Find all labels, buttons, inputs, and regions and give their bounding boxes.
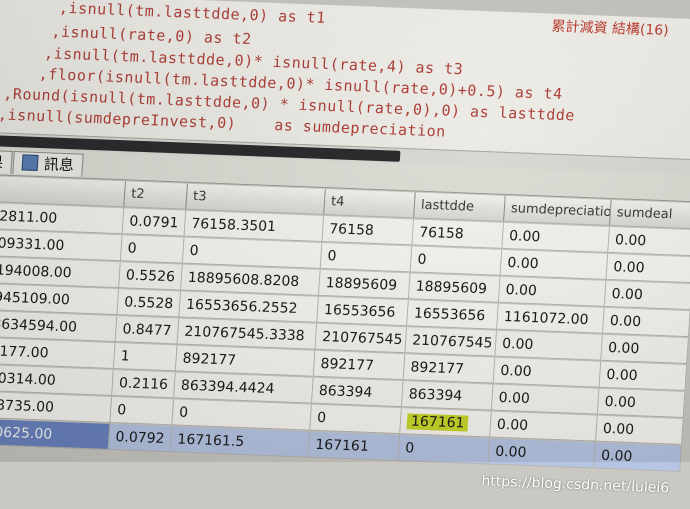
tab-messages-label: 訊息 (43, 155, 75, 175)
table-cell[interactable]: 2198735.00 (0, 391, 113, 423)
table-cell[interactable]: 167161 (308, 431, 401, 462)
table-cell[interactable]: 0 (120, 235, 185, 264)
table-cell[interactable]: 210767545 (405, 327, 498, 357)
table-cell[interactable]: 1161072.00 (497, 303, 605, 334)
table-cell[interactable]: 2110625.00 (0, 418, 111, 450)
table-cell[interactable]: 892177.00 (0, 337, 116, 370)
table-cell[interactable]: 892177 (403, 354, 496, 384)
table-cell[interactable]: 0 (172, 399, 312, 431)
table-cell[interactable]: 0.00 (488, 438, 596, 469)
table-cell[interactable]: 76158 (322, 215, 415, 246)
table-cell[interactable]: 863394 (401, 381, 494, 411)
message-icon (21, 154, 39, 171)
table-cell[interactable]: 34194008.00 (0, 256, 121, 289)
table-cell[interactable]: 0.00 (596, 415, 684, 445)
table-cell[interactable]: 0.00 (603, 307, 690, 338)
table-cell[interactable]: 248634594.00 (0, 310, 118, 343)
table-cell[interactable]: 1 (113, 343, 178, 372)
table-cell[interactable]: 892177 (313, 350, 406, 381)
table-cell[interactable]: 0.00 (495, 330, 603, 361)
table-cell[interactable]: 0.00 (597, 388, 686, 418)
table-cell[interactable]: 0.00 (502, 222, 610, 253)
table-cell[interactable]: 76158.3501 (184, 210, 325, 242)
column-header-t3[interactable]: t3 (186, 183, 326, 215)
table-cell[interactable]: 0.00 (498, 276, 607, 307)
tab-messages[interactable]: 訊息 (12, 151, 84, 177)
table-cell[interactable]: 863394.4424 (174, 372, 314, 404)
table-cell[interactable]: 0.00 (491, 384, 600, 415)
table-cell[interactable]: 4080314.00 (0, 364, 114, 396)
table-cell[interactable]: 16553656.2552 (179, 291, 319, 323)
code-line: ,isnull(rate,0) as t2 (50, 22, 253, 49)
table-cell[interactable]: 0 (310, 404, 402, 435)
table-cell[interactable]: 2309331.00 (0, 229, 123, 262)
tab-results-label: 果 (0, 153, 4, 172)
column-header-sumdepreciation[interactable]: sumdepreciation (504, 195, 612, 226)
table-cell[interactable]: 167161 (400, 408, 492, 438)
table-cell[interactable]: 76158 (412, 219, 504, 249)
table-cell[interactable]: 0.5528 (117, 289, 181, 318)
table-cell[interactable]: 0.00 (594, 442, 682, 472)
table-cell[interactable]: 0.00 (490, 411, 598, 442)
table-cell[interactable]: 29945109.00 (0, 283, 120, 316)
tab-results[interactable]: 果 (0, 149, 13, 174)
photo-scene: 累計減資 結構(16) ,isnull(tm.lasttdde,0) as t1… (0, 0, 690, 509)
table-cell[interactable]: 892177 (175, 345, 316, 377)
column-header-t2[interactable]: t2 (124, 181, 188, 210)
watermark: https://blog.csdn.net/lulei6 (480, 473, 670, 497)
table-cell[interactable]: 0 (410, 246, 503, 276)
table-cell[interactable]: 18895608.8208 (181, 264, 321, 296)
table-cell[interactable]: 0.00 (599, 361, 688, 391)
table-cell[interactable]: 0 (110, 396, 175, 426)
table-cell[interactable]: 0.00 (608, 226, 690, 257)
table-cell[interactable]: 0.8477 (115, 316, 180, 345)
table-cell[interactable]: 16553656 (407, 300, 499, 330)
column-header-t4[interactable]: t4 (324, 189, 416, 219)
table-cell[interactable]: 210767545.3338 (177, 318, 318, 350)
table-cell[interactable]: 0.00 (500, 249, 609, 280)
table-cell[interactable]: 0 (398, 435, 491, 465)
table-cell[interactable]: 16553656 (317, 296, 409, 327)
code-annotation: 累計減資 結構(16) (551, 18, 670, 40)
table-cell[interactable]: 18895609 (318, 269, 411, 300)
column-header-t1[interactable]: t1 (0, 175, 127, 208)
table-cell[interactable]: 0.00 (604, 280, 690, 311)
table-cell[interactable]: 167161.5 (170, 426, 311, 458)
table-cell[interactable]: 0 (182, 237, 323, 269)
table-cell[interactable]: 0.0791 (122, 208, 187, 237)
table-cell[interactable]: 0.2116 (112, 370, 176, 399)
highlighted-value: 167161 (406, 413, 469, 432)
table-cell[interactable]: 0.0792 (108, 423, 173, 453)
column-header-lasttdde[interactable]: lasttdde (414, 192, 506, 222)
code-line: ,isnull(tm.lasttdde,0) as t1 (58, 0, 327, 27)
table-cell[interactable]: 210767545 (315, 323, 408, 354)
table-cell[interactable]: 0 (320, 242, 413, 273)
table-cell[interactable]: 18895609 (408, 273, 501, 303)
table-cell[interactable]: 0.00 (601, 334, 689, 365)
table-cell[interactable]: 0.00 (493, 357, 602, 388)
table-cell[interactable]: 863394 (311, 377, 404, 408)
table-cell[interactable]: 0.00 (606, 253, 690, 284)
column-header-sumdeal[interactable]: sumdeal (609, 200, 690, 230)
table-cell[interactable]: 962811.00 (0, 202, 125, 235)
table-cell[interactable]: 0.5526 (119, 262, 183, 291)
